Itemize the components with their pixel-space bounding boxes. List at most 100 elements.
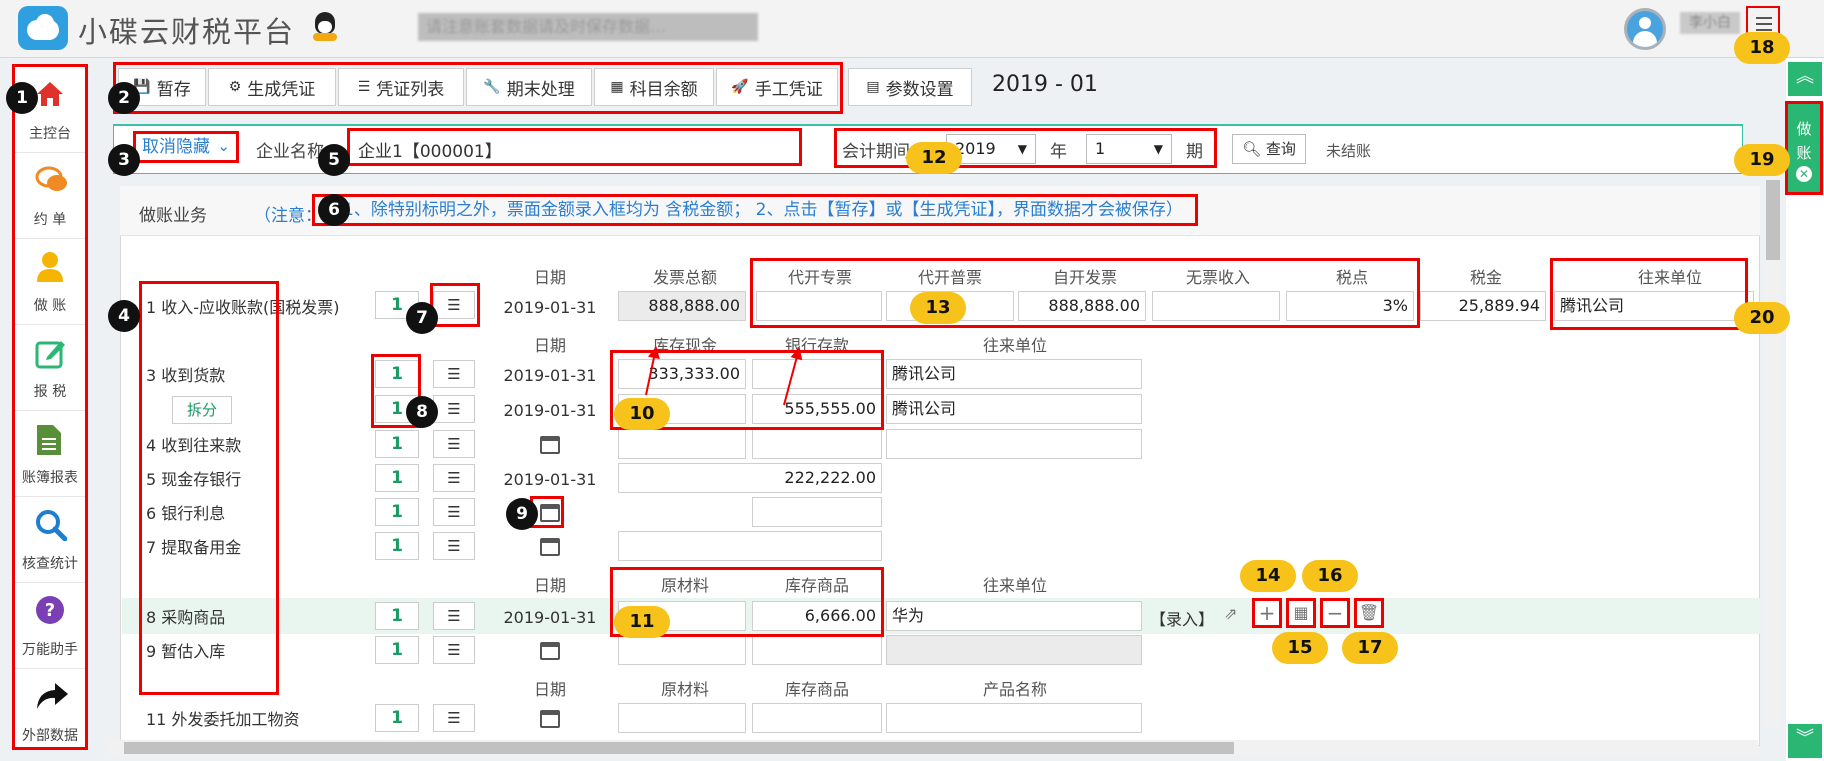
cash-field[interactable] <box>618 429 746 459</box>
export-icon[interactable]: ⇗ <box>1224 604 1237 623</box>
entry-count[interactable]: 1 <box>375 464 419 492</box>
raw-materials-field[interactable] <box>618 635 746 665</box>
vertical-scrollbar[interactable] <box>1764 150 1782 728</box>
nav-label: 做 账 <box>33 298 67 314</box>
save-draft-label: 暂存 <box>156 79 191 100</box>
date-value[interactable]: 2019-01-31 <box>495 366 605 385</box>
inventory-goods-field[interactable] <box>752 635 882 665</box>
list-button[interactable] <box>433 704 475 732</box>
delete-trash-button[interactable]: 🗑 <box>1354 598 1384 628</box>
amount-field[interactable] <box>618 531 882 561</box>
close-icon[interactable]: ✕ <box>1796 166 1812 182</box>
bank-deposit-field[interactable] <box>752 429 882 459</box>
list-button[interactable] <box>433 291 475 319</box>
amount-field[interactable]: 222,222.00 <box>618 463 882 493</box>
raw-materials-field[interactable] <box>618 703 746 733</box>
scroll-up-button[interactable]: ︽ <box>1788 62 1822 96</box>
entry-count[interactable]: 1 <box>375 430 419 458</box>
brand-title: 小碟云财税平台 <box>78 15 296 49</box>
period-select[interactable]: 1 ▼ <box>1086 134 1172 164</box>
settings-button[interactable]: ▤ 参数设置 <box>848 68 972 106</box>
list-button[interactable] <box>433 395 475 423</box>
entry-count[interactable]: 1 <box>375 360 419 388</box>
entry-count[interactable]: 1 <box>375 532 419 560</box>
inventory-goods-field[interactable]: 6,666.00 <box>752 601 882 631</box>
counterparty-field[interactable] <box>886 429 1142 459</box>
tax-rate-field[interactable]: 3% <box>1286 291 1414 321</box>
counterparty-field[interactable]: 华为 <box>886 601 1142 631</box>
voucher-list-button[interactable]: ☰ 凭证列表 <box>338 68 464 106</box>
cancel-hide-toggle[interactable]: 取消隐藏 ⌄ <box>133 131 239 163</box>
list-button[interactable] <box>433 360 475 388</box>
nav-item-bookkeeping[interactable]: 做 账 <box>15 239 85 325</box>
counterparty-field[interactable]: 腾讯公司 <box>886 359 1142 389</box>
list-button[interactable] <box>433 498 475 526</box>
remove-row-button[interactable]: − <box>1320 598 1350 628</box>
username-label[interactable]: 李小白 <box>1680 12 1740 34</box>
bank-deposit-field[interactable] <box>752 497 882 527</box>
list-button[interactable] <box>433 532 475 560</box>
special-agent-invoice-field[interactable] <box>756 291 882 321</box>
period-end-button[interactable]: 🔧 期末处理 <box>466 68 592 106</box>
entry-count[interactable]: 1 <box>375 704 419 732</box>
qq-penguin-icon[interactable] <box>312 12 338 42</box>
entry-link[interactable]: 【录入】 <box>1150 606 1214 630</box>
no-invoice-income-field[interactable] <box>1152 291 1280 321</box>
col-bank-deposit: 银行存款 <box>784 336 849 355</box>
list-button[interactable] <box>433 464 475 492</box>
split-button[interactable]: 拆分 <box>172 396 232 424</box>
nav-label: 核查统计 <box>22 556 78 572</box>
nav-label: 约 单 <box>33 212 67 228</box>
generate-voucher-label: 生成凭证 <box>247 79 316 100</box>
generate-voucher-button[interactable]: ⚙ 生成凭证 <box>208 68 336 106</box>
self-issued-invoice-field[interactable]: 888,888.00 <box>1018 291 1146 321</box>
counterparty-field[interactable]: 腾讯公司 <box>1554 291 1754 321</box>
user-avatar[interactable] <box>1624 8 1666 50</box>
account-balance-button[interactable]: ▦ 科目余额 <box>594 68 714 106</box>
marker-17: 17 <box>1342 632 1398 664</box>
query-button[interactable]: 🔍︎ 查询 <box>1232 134 1306 164</box>
product-name-field[interactable] <box>886 703 1142 733</box>
add-row-button[interactable]: + <box>1252 598 1282 628</box>
nav-item-assistant[interactable]: ? 万能助手 <box>15 583 85 669</box>
counterparty-field[interactable]: 腾讯公司 <box>886 394 1142 424</box>
scrollbar-thumb[interactable] <box>1766 180 1780 260</box>
date-value[interactable]: 2019-01-31 <box>495 401 605 420</box>
marker-11: 11 <box>614 606 670 638</box>
company-name-field[interactable]: 企业1【000001】 <box>347 128 802 166</box>
nav-item-tax[interactable]: 报 税 <box>15 325 85 411</box>
entry-count[interactable]: 1 <box>375 602 419 630</box>
scroll-down-button[interactable]: ︾ <box>1788 724 1822 758</box>
calendar-icon[interactable] <box>540 538 560 556</box>
nav-item-orders[interactable]: 约 单 <box>15 153 85 239</box>
cash-field[interactable]: 333,333.00 <box>618 359 746 389</box>
list-button[interactable] <box>433 636 475 664</box>
inventory-goods-field[interactable] <box>752 703 882 733</box>
bank-deposit-field[interactable]: 555,555.00 <box>752 394 882 424</box>
date-value[interactable]: 2019-01-31 <box>495 298 605 317</box>
entry-count[interactable]: 1 <box>375 498 419 526</box>
invoice-total-field: 888,888.00 <box>618 291 746 321</box>
horizontal-scrollbar[interactable] <box>108 740 1758 756</box>
list-button[interactable] <box>433 430 475 458</box>
calendar-icon[interactable] <box>540 436 560 454</box>
date-value[interactable]: 2019-01-31 <box>495 470 605 489</box>
manual-voucher-button[interactable]: 🚀 手工凭证 <box>716 68 838 106</box>
calendar-icon[interactable] <box>540 710 560 728</box>
scrollbar-thumb[interactable] <box>124 742 1234 754</box>
nav-item-reports[interactable]: 账簿报表 <box>15 411 85 497</box>
list-button[interactable] <box>433 602 475 630</box>
entry-count[interactable]: 1 <box>375 636 419 664</box>
marker-13: 13 <box>910 292 966 324</box>
calendar-icon[interactable] <box>540 642 560 660</box>
bank-deposit-field[interactable] <box>752 359 882 389</box>
calendar-icon[interactable] <box>540 504 560 522</box>
date-value[interactable]: 2019-01-31 <box>495 608 605 627</box>
nav-item-external-data[interactable]: 外部数据 <box>15 669 85 755</box>
calculator-button[interactable]: ▦ <box>1286 598 1316 628</box>
col-inventory-goods: 库存商品 <box>784 576 849 595</box>
counterparty-field <box>886 635 1142 665</box>
bookkeeping-side-tab[interactable]: 做 账 ✕ <box>1785 101 1823 195</box>
nav-item-audit[interactable]: 核查统计 <box>15 497 85 583</box>
search-icon <box>36 510 67 541</box>
